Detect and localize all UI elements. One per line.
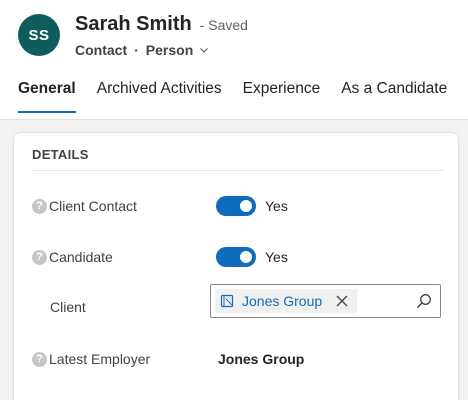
field-row-client: Client Jones Group [14, 284, 458, 322]
field-label-client: Client [32, 292, 86, 322]
tab-experience[interactable]: Experience [243, 80, 321, 114]
candidate-label: Candidate [49, 249, 113, 265]
client-label: Client [50, 299, 86, 315]
client-contact-value: Yes [265, 198, 288, 214]
field-row-latest-employer: ? Latest Employer Jones Group [14, 344, 458, 374]
title-row: Sarah Smith - Saved [75, 13, 248, 36]
field-label-client-contact: ? Client Contact [32, 191, 137, 221]
tab-as-a-candidate[interactable]: As a Candidate [341, 80, 447, 114]
tab-archived-activities[interactable]: Archived Activities [97, 80, 222, 114]
record-title: Sarah Smith [75, 13, 192, 35]
account-record-icon [220, 294, 234, 308]
entity-name: Contact [75, 42, 128, 58]
field-row-candidate: ? Candidate Yes [14, 242, 458, 272]
client-contact-field: Yes [216, 191, 288, 221]
search-icon[interactable] [416, 293, 432, 309]
help-icon[interactable]: ? [32, 249, 47, 265]
record-subtitle: Contact · Person [75, 42, 209, 58]
candidate-value: Yes [265, 249, 288, 265]
client-lookup[interactable]: Jones Group [210, 284, 441, 318]
section-divider [32, 170, 444, 171]
tab-as-a-candidate-label: As a Candidate [341, 80, 448, 97]
tab-list: General Archived Activities Experience A… [18, 80, 468, 116]
tab-general[interactable]: General [18, 80, 76, 114]
lookup-selected-item: Jones Group [215, 289, 357, 313]
chevron-down-icon [200, 48, 209, 53]
toggle-knob [240, 251, 252, 263]
client-lookup-value[interactable]: Jones Group [242, 293, 322, 309]
candidate-toggle[interactable] [216, 247, 256, 267]
record-header: SS Sarah Smith - Saved Contact · Person … [0, 0, 468, 120]
details-section: DETAILS ? Client Contact Yes ? Candidate… [14, 133, 458, 400]
help-icon[interactable]: ? [32, 198, 47, 214]
field-label-latest-employer: ? Latest Employer [32, 344, 150, 374]
help-icon[interactable]: ? [32, 351, 47, 367]
field-row-client-contact: ? Client Contact Yes [14, 191, 458, 221]
tab-general-label: General [18, 80, 76, 97]
close-icon[interactable] [336, 295, 348, 307]
client-contact-label: Client Contact [49, 198, 137, 214]
toggle-knob [240, 200, 252, 212]
form-selector[interactable]: Person [146, 42, 209, 58]
section-title: DETAILS [32, 147, 89, 162]
field-label-candidate: ? Candidate [32, 242, 113, 272]
subtitle-separator: · [134, 42, 139, 58]
tab-archived-activities-label: Archived Activities [96, 80, 222, 97]
avatar: SS [18, 14, 60, 56]
latest-employer-value: Jones Group [218, 351, 305, 367]
candidate-field: Yes [216, 242, 288, 272]
client-contact-toggle[interactable] [216, 196, 256, 216]
save-status: - Saved [199, 17, 248, 33]
latest-employer-label: Latest Employer [49, 351, 151, 367]
tab-experience-label: Experience [242, 80, 321, 97]
form-name: Person [145, 42, 194, 58]
